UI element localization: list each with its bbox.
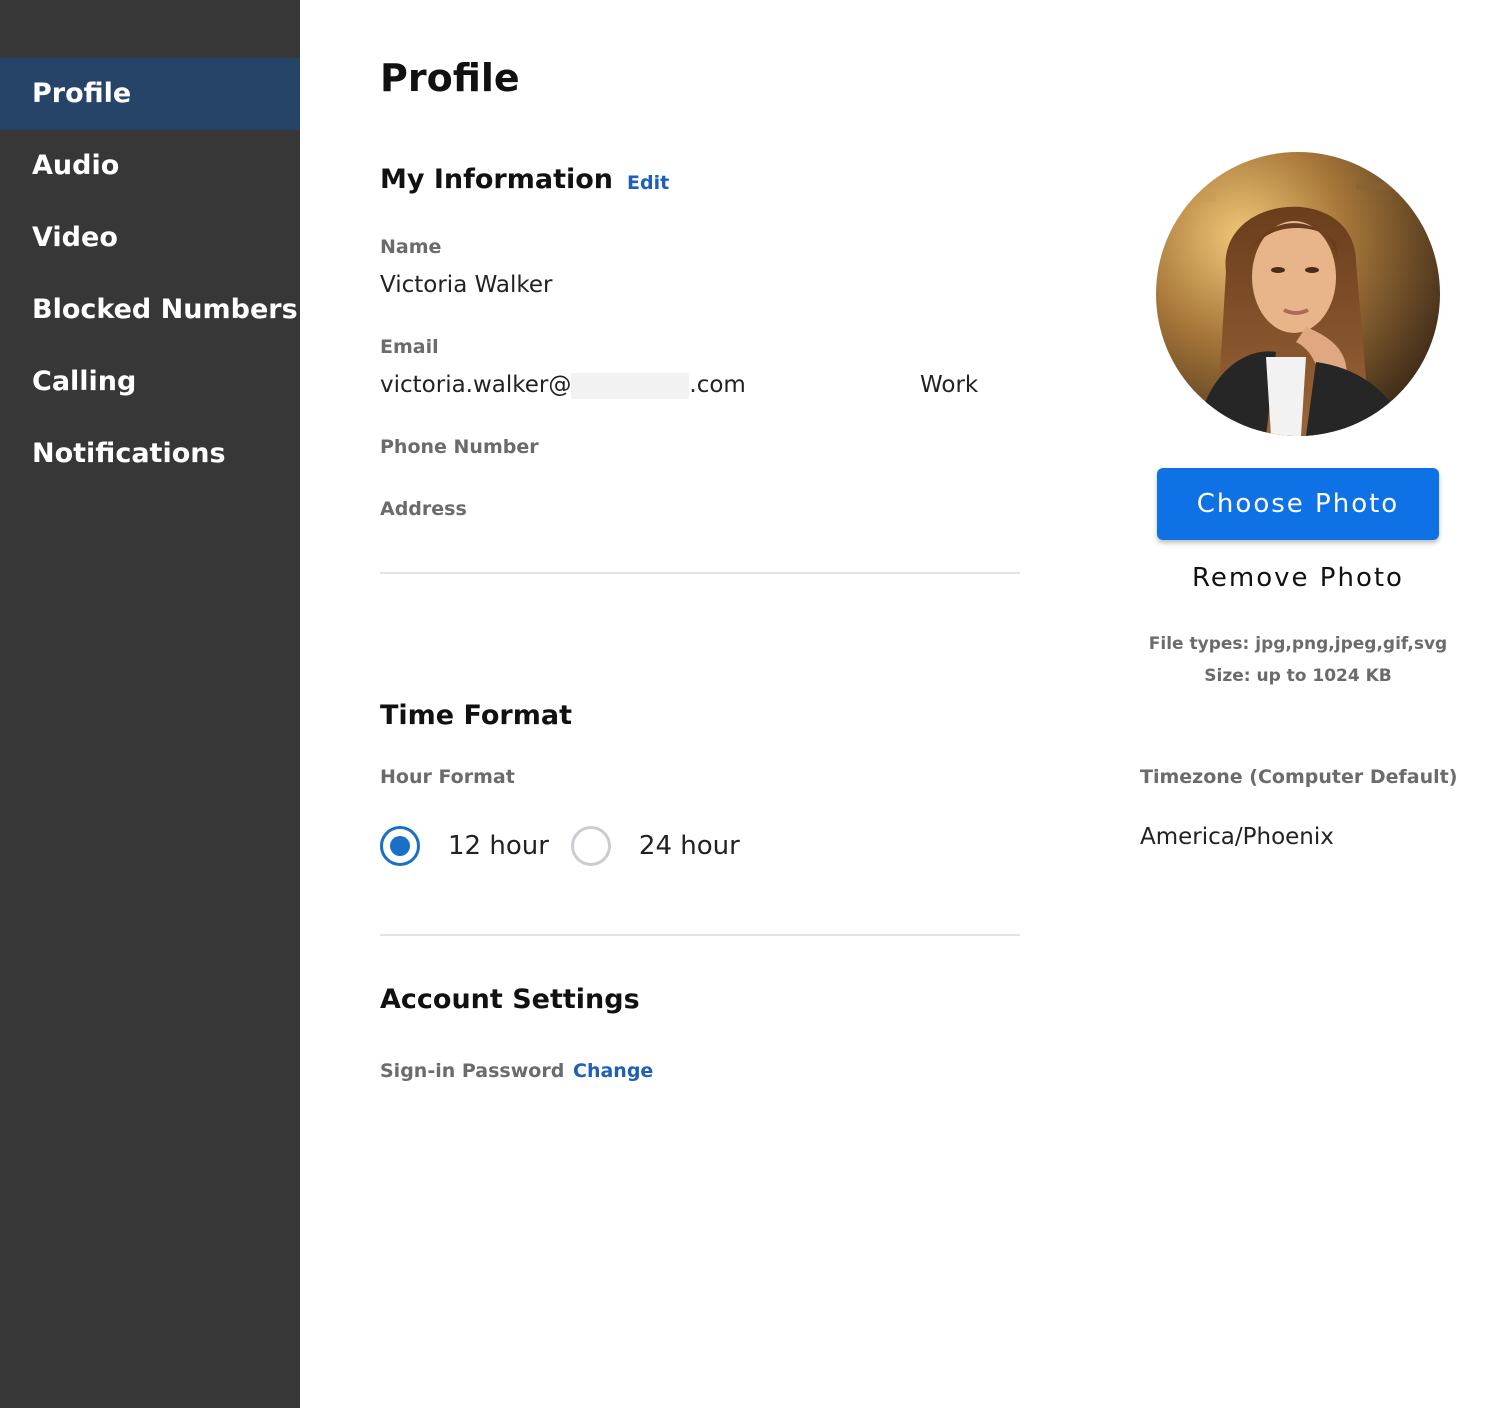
phone-number-label: Phone Number	[380, 436, 539, 458]
sidebar-item-calling[interactable]: Calling	[0, 346, 300, 418]
hour-format-label: Hour Format	[380, 766, 515, 788]
sidebar-item-video[interactable]: Video	[0, 202, 300, 274]
profile-settings-window: Profile Audio Video Blocked Numbers Call…	[0, 0, 1512, 1408]
page-title: Profile	[380, 56, 520, 100]
email-type: Work	[920, 372, 979, 398]
radio-24-hour[interactable]	[570, 826, 611, 866]
radio-12-hour[interactable]	[380, 826, 420, 866]
radio-selected-dot	[390, 836, 410, 856]
sign-in-password-label: Sign-in Password	[380, 1060, 565, 1082]
sidebar: Profile Audio Video Blocked Numbers Call…	[0, 0, 300, 1408]
name-value: Victoria Walker	[380, 272, 553, 298]
sidebar-item-audio[interactable]: Audio	[0, 130, 300, 202]
radio-24-hour-label[interactable]: 24 hour	[639, 831, 740, 861]
file-types-note: File types: jpg,png,jpeg,gif,svg	[1148, 634, 1448, 654]
remove-photo-button[interactable]: Remove Photo	[1157, 556, 1439, 600]
my-information-heading: My Information	[380, 164, 614, 195]
timezone-label: Timezone (Computer Default)	[1140, 766, 1458, 788]
profile-photo	[1156, 152, 1440, 436]
radio-12-hour-label[interactable]: 12 hour	[448, 831, 549, 861]
account-settings-heading: Account Settings	[380, 984, 640, 1015]
change-password-link[interactable]: Change	[573, 1060, 653, 1082]
section-divider	[380, 934, 1020, 936]
email-value: victoria.walker@ .com	[380, 372, 746, 399]
address-label: Address	[380, 498, 467, 520]
timezone-value: America/Phoenix	[1140, 824, 1334, 850]
main-content: Profile My Information Edit Name Victori…	[300, 0, 1512, 1408]
sidebar-item-blocked-numbers[interactable]: Blocked Numbers	[0, 274, 300, 346]
name-label: Name	[380, 236, 442, 258]
email-prefix: victoria.walker@	[380, 372, 572, 398]
size-limit-note: Size: up to 1024 KB	[1204, 666, 1392, 686]
email-suffix: .com	[689, 372, 746, 398]
email-redaction	[571, 372, 690, 399]
avatar	[1156, 152, 1440, 436]
sidebar-item-profile[interactable]: Profile	[0, 58, 300, 130]
sidebar-item-notifications[interactable]: Notifications	[0, 418, 300, 490]
edit-link[interactable]: Edit	[627, 172, 669, 194]
hour-format-radio-group: 12 hour 24 hour	[380, 826, 762, 866]
time-format-heading: Time Format	[380, 700, 572, 731]
section-divider	[380, 572, 1020, 574]
choose-photo-button[interactable]: Choose Photo	[1157, 468, 1439, 540]
email-label: Email	[380, 336, 439, 358]
